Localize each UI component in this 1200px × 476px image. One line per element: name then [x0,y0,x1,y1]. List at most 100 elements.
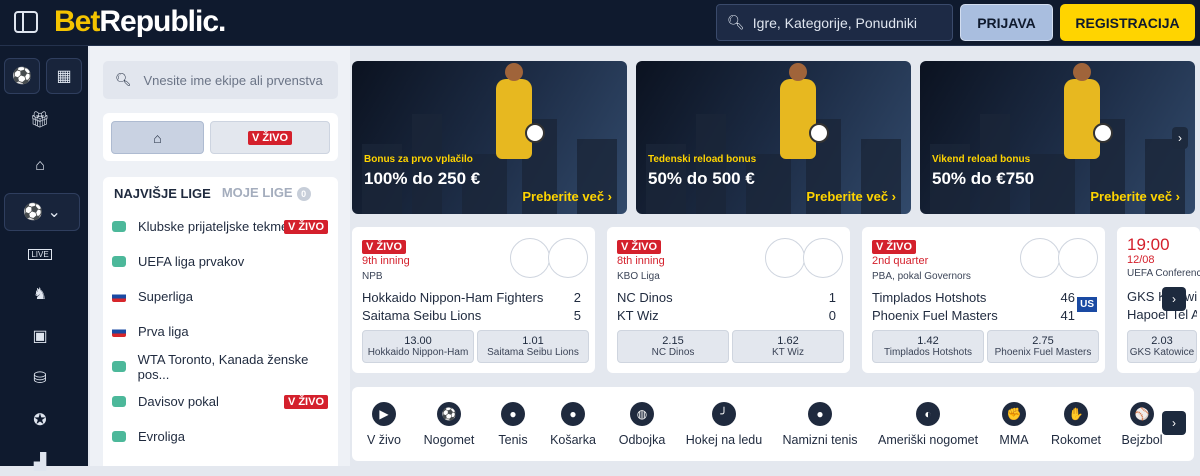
odds-value: 1.62 [777,335,799,347]
leagues-tabs: NAJVIŠJE LIGE MOJE LIGE 0 [103,177,338,209]
read-more-link[interactable]: Preberite več › [806,189,896,204]
leagues-list: NAJVIŠJE LIGE MOJE LIGE 0 Klubske prijate… [103,177,338,466]
match-card[interactable]: V ŽIVO 2nd quarter PBA, pokal Governors Tim… [862,227,1105,373]
league-item[interactable]: WTA Toronto, Kanada ženske pos... [103,349,338,384]
globe-icon [112,396,126,407]
promo-title: 50% do 500 € [648,169,755,188]
odds-button[interactable]: 1.01 Saitama Seibu Lions [477,330,589,363]
building-icon[interactable]: ▟ [22,448,58,476]
league-item[interactable]: Prva liga [103,314,338,349]
away-team: Saitama Seibu Lions [362,308,482,323]
league-name: UEFA liga prvakov [138,254,245,269]
play-icon: ▶ [372,402,396,426]
sport-item[interactable]: ╯ Hokej na ledu [674,402,774,447]
match-period: 2nd quarter [872,255,929,267]
home-icon[interactable]: ⌂ [22,152,58,180]
match-card[interactable]: V ŽIVO 8th inning KBO Liga NC Dinos KT Wiz 1 0… [607,227,850,373]
league-name: Prva liga [138,324,189,339]
sport-item[interactable]: ◐ Ameriški nogomet [878,402,978,447]
ticket-icon[interactable]: ▣ [22,322,58,350]
league-item[interactable]: Klubske prijateljske tekme V ŽIVO [103,209,338,244]
table-tennis-icon: ● [808,402,832,426]
home-score: 2 [573,290,581,305]
matches-next-button[interactable]: › [1162,287,1186,311]
football-icon[interactable]: ⚽ ⌄ [4,193,80,231]
promo-banner[interactable]: Vikend reload bonus 50% do €750 Preberite … [920,61,1195,214]
match-period: 8th inning [617,255,665,267]
league-item[interactable]: Evroliga [103,419,338,454]
league-search-input[interactable]: 🔍︎ Vnesite ime ekipe ali prvenstva [103,61,338,99]
sports-icon[interactable]: ⚽ [4,58,40,94]
player-head [1073,63,1091,81]
sport-label: Bejzbol [1121,433,1163,447]
side-rail: ⚽ ▦ 🎁︎ ⌂ ⚽ ⌄ LIVE ♞ ▣ ⛁ ✪ ▟ [0,46,88,471]
live-icon[interactable]: LIVE [22,242,58,266]
away-team: KT Wiz [617,308,659,323]
odds-button[interactable]: 2.03 GKS Katowice [1127,330,1197,363]
baseball-icon: ⚾ [1130,402,1154,426]
login-button[interactable]: PRIJAVA [960,4,1053,41]
top-bar: BetRepublic. 🔍︎ Igre, Kategorije, Ponudni… [0,0,1200,46]
menu-toggle-icon[interactable] [14,11,38,33]
search-icon: 🔍︎ [727,14,745,30]
register-button[interactable]: REGISTRACIJA [1060,4,1195,41]
odds-value: 2.03 [1151,335,1173,347]
match-date: 12/08 [1127,254,1155,266]
match-status: V ŽIVO [617,237,662,255]
league-item[interactable]: UEFA liga prvakov [103,244,338,279]
sports-next-button[interactable]: › [1162,411,1186,435]
odds-button[interactable]: 2.75 Phoenix Fuel Masters [987,330,1099,363]
league-name: Evroliga [138,429,185,444]
banners-next-button[interactable]: › [1172,127,1188,149]
live-tab-button[interactable]: V ŽIVO [210,121,330,154]
match-period: 9th inning [362,255,410,267]
search-icon: 🔍︎ [115,72,132,87]
read-more-link[interactable]: Preberite več › [1090,189,1180,204]
odds-label: Phoenix Fuel Masters [994,347,1092,358]
tab-my-leagues[interactable]: MOJE LIGE 0 [222,185,311,201]
sport-item[interactable]: ● Namizni tenis [770,402,870,447]
live-badge: V ŽIVO [283,394,328,409]
my-leagues-count: 0 [296,186,311,201]
logo-republic: Republic. [99,5,226,38]
glove-icon: ✊ [1002,402,1026,426]
promo-banner[interactable]: Tedenski reload bonus 50% do 500 € Preberi… [636,61,911,214]
sport-label: Namizni tenis [782,433,858,447]
home-score: 46 [1060,290,1075,305]
logo[interactable]: BetRepublic. [54,5,226,39]
live-badge: V ŽIVO [362,240,407,254]
league-name: WTA Toronto, Kanada ženske pos... [137,351,309,382]
basket-icon[interactable]: ⛁ [22,364,58,392]
odds-button[interactable]: 13.00 Hokkaido Nippon-Ham [362,330,474,363]
odds-button[interactable]: 1.42 Timplados Hotshots [872,330,984,363]
global-search-input[interactable]: 🔍︎ Igre, Kategorije, Ponudniki [716,4,953,41]
away-team-logo [803,238,843,278]
badge-icon[interactable]: ✪ [22,406,58,434]
building-shape [1030,154,1075,214]
gift-icon[interactable]: 🎁︎ [22,106,58,134]
match-status: V ŽIVO [362,237,407,255]
odds-value: 13.00 [404,335,432,347]
match-status: V ŽIVO [872,237,917,255]
promo-banner[interactable]: Bonus za prvo vplačilo 100% do 250 € Prebe… [352,61,627,214]
home-team: Hokkaido Nippon-Ham Fighters [362,290,544,305]
match-card[interactable]: V ŽIVO 9th inning NPB Hokkaido Nippon-Ham F… [352,227,595,373]
home-tab-button[interactable]: ⌂ [111,121,204,154]
horse-icon[interactable]: ♞ [22,280,58,308]
player-image [1064,79,1100,159]
match-card[interactable]: 19:0012/08UEFA ConferenceGKS KatowiceHap… [1117,227,1200,373]
odds-button[interactable]: 1.62 KT Wiz [732,330,844,363]
live-badge: V ŽIVO [247,130,293,145]
away-team: Phoenix Fuel Masters [872,308,998,323]
league-item[interactable]: Davisov pokal V ŽIVO [103,384,338,419]
odds-value: 2.75 [1032,335,1054,347]
league-name: Klubske prijateljske tekme [138,219,289,234]
league-item[interactable]: Superliga [103,279,338,314]
odds-button[interactable]: 2.15 NC Dinos [617,330,729,363]
player-image [780,79,816,159]
tab-top-leagues[interactable]: NAJVIŠJE LIGE [114,186,211,201]
read-more-link[interactable]: Preberite več › [522,189,612,204]
casino-icon[interactable]: ▦ [46,58,82,94]
soccer-icon: ⚽ [437,402,461,426]
competition-name: UEFA Conference [1127,268,1200,279]
